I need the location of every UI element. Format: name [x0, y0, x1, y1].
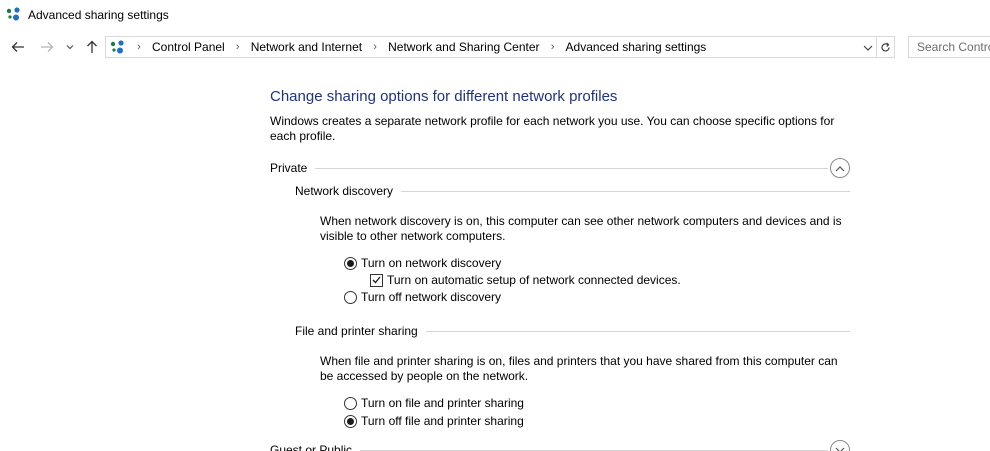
chevron-up-icon: [835, 165, 845, 171]
chevron-down-icon[interactable]: [862, 41, 874, 55]
network-discovery-header: Network discovery: [295, 184, 850, 198]
back-button[interactable]: [8, 36, 28, 58]
checkbox[interactable]: [370, 273, 383, 287]
radio-button[interactable]: [344, 290, 357, 304]
expand-button[interactable]: [830, 440, 850, 451]
breadcrumb-control-panel[interactable]: Control Panel: [148, 40, 229, 54]
network-discovery-off-label[interactable]: Turn off network discovery: [361, 290, 501, 304]
page-title: Change sharing options for different net…: [270, 88, 618, 105]
file-sharing-header: File and printer sharing: [295, 324, 850, 338]
profile-private-label: Private: [270, 161, 308, 175]
up-arrow-icon: [87, 40, 97, 53]
up-button[interactable]: [82, 36, 102, 58]
file-sharing-off-option[interactable]: Turn off file and printer sharing: [344, 414, 524, 428]
radio-button[interactable]: [344, 256, 357, 270]
network-discovery-on-option[interactable]: Turn on network discovery: [344, 256, 501, 270]
radio-button[interactable]: [344, 396, 357, 410]
chevron-right-icon[interactable]: ›: [130, 41, 148, 53]
file-sharing-label: File and printer sharing: [295, 324, 418, 338]
page-intro: Windows creates a separate network profi…: [270, 114, 835, 143]
forward-arrow-icon: [41, 42, 54, 52]
file-sharing-description: When file and printer sharing is on, fil…: [320, 354, 838, 383]
radio-selected-dot: [347, 417, 354, 425]
file-sharing-on-label[interactable]: Turn on file and printer sharing: [361, 396, 524, 410]
file-sharing-on-option[interactable]: Turn on file and printer sharing: [344, 396, 524, 410]
breadcrumb-advanced-sharing-settings[interactable]: Advanced sharing settings: [562, 40, 711, 54]
profile-private-header[interactable]: Private: [270, 158, 850, 178]
search-box[interactable]: [908, 36, 990, 58]
forward-button[interactable]: [37, 36, 57, 58]
auto-setup-option[interactable]: Turn on automatic setup of network conne…: [370, 273, 681, 287]
network-discovery-label: Network discovery: [295, 184, 394, 198]
network-discovery-off-option[interactable]: Turn off network discovery: [344, 290, 501, 304]
chevron-down-icon: [66, 45, 74, 50]
chevron-down-icon: [835, 447, 845, 451]
profile-guest-public-header[interactable]: Guest or Public: [270, 440, 850, 451]
file-sharing-off-label[interactable]: Turn off file and printer sharing: [361, 414, 524, 428]
divider: [315, 167, 828, 169]
address-bar[interactable]: › Control Panel › Network and Internet ›…: [105, 36, 877, 58]
search-input[interactable]: [909, 37, 990, 57]
chevron-right-icon[interactable]: ›: [229, 41, 247, 53]
radio-button[interactable]: [344, 414, 357, 428]
recent-locations-button[interactable]: [62, 36, 78, 58]
auto-setup-label[interactable]: Turn on automatic setup of network conne…: [387, 273, 681, 287]
breadcrumb-network-sharing-center[interactable]: Network and Sharing Center: [384, 40, 543, 54]
breadcrumb-network-and-internet[interactable]: Network and Internet: [247, 40, 366, 54]
chevron-right-icon[interactable]: ›: [366, 41, 384, 53]
collapse-button[interactable]: [830, 158, 850, 178]
title-bar: Advanced sharing settings: [0, 0, 990, 30]
radio-selected-dot: [347, 259, 354, 267]
breadcrumb: › Control Panel › Network and Internet ›…: [130, 40, 710, 54]
refresh-icon: [881, 42, 890, 52]
checkmark-icon: [372, 276, 381, 284]
chevron-right-icon[interactable]: ›: [544, 41, 562, 53]
divider: [360, 449, 828, 451]
network-discovery-description: When network discovery is on, this compu…: [320, 214, 842, 243]
profile-guest-public-label: Guest or Public: [270, 443, 353, 451]
network-discovery-on-label[interactable]: Turn on network discovery: [361, 256, 501, 270]
divider: [401, 190, 850, 192]
window-title: Advanced sharing settings: [28, 8, 169, 22]
back-arrow-icon: [11, 42, 24, 52]
network-icon: [110, 40, 124, 54]
refresh-button[interactable]: [877, 36, 895, 58]
divider: [425, 330, 850, 332]
network-icon: [6, 7, 20, 21]
